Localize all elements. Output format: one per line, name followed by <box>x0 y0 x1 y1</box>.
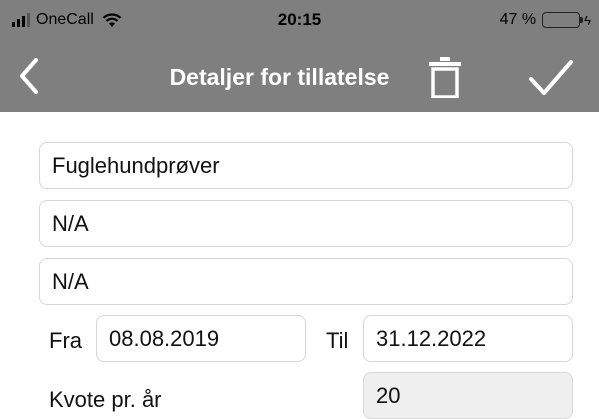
field-2[interactable]: N/A <box>39 200 573 247</box>
from-date-value: 08.08.2019 <box>109 325 220 351</box>
battery-percent: 47 % <box>499 11 537 28</box>
to-date-field[interactable]: 31.12.2022 <box>363 315 573 362</box>
quota-field[interactable]: 20 <box>363 372 573 419</box>
quota-label: Kvote pr. år <box>49 387 162 412</box>
field-3-value: N/A <box>52 268 89 294</box>
from-date-field[interactable]: 08.08.2019 <box>96 315 306 362</box>
battery-group: 47 % ϟ <box>500 11 591 29</box>
from-label: Fra <box>49 328 82 353</box>
field-3[interactable]: N/A <box>39 258 573 305</box>
field-2-value: N/A <box>52 210 89 236</box>
navigation-bar: Detaljer for tillatelse <box>0 40 599 112</box>
quota-value: 20 <box>376 382 401 408</box>
status-bar: OneCall 20:15 47 % ϟ <box>0 0 599 40</box>
trash-icon[interactable] <box>428 56 462 98</box>
charging-icon: ϟ <box>584 12 591 28</box>
name-field[interactable]: Fuglehundprøver <box>39 142 573 189</box>
to-date-value: 31.12.2022 <box>376 325 487 351</box>
battery-icon <box>542 12 584 28</box>
page-title: Detaljer for tillatelse <box>169 64 390 90</box>
to-label: Til <box>326 328 349 353</box>
name-value: Fuglehundprøver <box>52 152 220 178</box>
checkmark-icon[interactable] <box>528 58 574 98</box>
